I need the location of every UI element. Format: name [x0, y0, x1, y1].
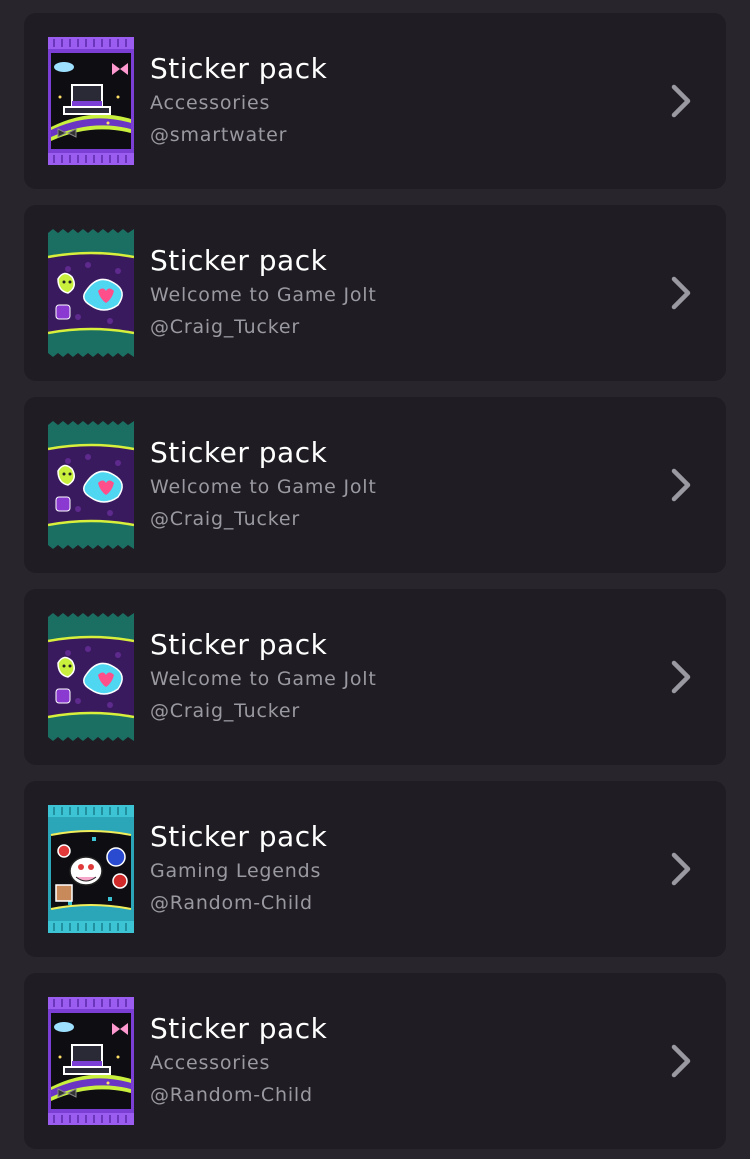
sticker-pack-image — [48, 997, 134, 1125]
sticker-pack-owner: @Craig_Tucker — [150, 508, 300, 530]
chevron-right-icon — [671, 84, 691, 118]
sticker-pack-text: Sticker pack Accessories @Random-Child — [150, 1011, 327, 1111]
sticker-pack-image — [48, 805, 134, 933]
sticker-pack-owner: @Craig_Tucker — [150, 316, 300, 338]
sticker-pack-card[interactable]: Sticker pack Welcome to Game Jolt @Craig… — [24, 397, 726, 573]
sticker-pack-text: Sticker pack Accessories @smartwater — [150, 51, 327, 151]
sticker-pack-text: Sticker pack Welcome to Game Jolt @Craig… — [150, 243, 377, 343]
sticker-pack-owner: @smartwater — [150, 124, 288, 146]
sticker-pack-card[interactable]: Sticker pack Accessories @Random-Child — [24, 973, 726, 1149]
sticker-pack-owner: @Craig_Tucker — [150, 700, 300, 722]
chevron-right-icon — [671, 852, 691, 886]
sticker-pack-text: Sticker pack Welcome to Game Jolt @Craig… — [150, 627, 377, 727]
sticker-pack-image — [48, 421, 134, 549]
sticker-pack-title: Sticker pack — [150, 820, 328, 853]
sticker-pack-text: Sticker pack Welcome to Game Jolt @Craig… — [150, 435, 377, 535]
sticker-pack-text: Sticker pack Gaming Legends @Random-Chil… — [150, 819, 327, 919]
chevron-right-icon — [671, 468, 691, 502]
chevron-right-icon — [671, 276, 691, 310]
sticker-pack-owner: @Random-Child — [150, 1084, 313, 1106]
sticker-pack-image — [48, 229, 134, 357]
sticker-pack-subtitle: Welcome to Game Jolt — [150, 668, 377, 690]
sticker-pack-title: Sticker pack — [150, 436, 328, 469]
sticker-pack-title: Sticker pack — [150, 628, 328, 661]
chevron-right-icon — [671, 660, 691, 694]
sticker-pack-image — [48, 37, 134, 165]
sticker-pack-subtitle: Welcome to Game Jolt — [150, 284, 377, 306]
sticker-pack-card[interactable]: Sticker pack Accessories @smartwater — [24, 13, 726, 189]
sticker-pack-subtitle: Accessories — [150, 92, 271, 114]
sticker-pack-image — [48, 613, 134, 741]
sticker-pack-title: Sticker pack — [150, 52, 328, 85]
sticker-pack-card[interactable]: Sticker pack Gaming Legends @Random-Chil… — [24, 781, 726, 957]
sticker-pack-owner: @Random-Child — [150, 892, 313, 914]
sticker-pack-card[interactable]: Sticker pack Welcome to Game Jolt @Craig… — [24, 589, 726, 765]
chevron-right-icon — [671, 1044, 691, 1078]
sticker-pack-title: Sticker pack — [150, 1012, 328, 1045]
sticker-pack-subtitle: Welcome to Game Jolt — [150, 476, 377, 498]
sticker-pack-list: Sticker pack Accessories @smartwater Sti… — [0, 0, 750, 1159]
sticker-pack-title: Sticker pack — [150, 244, 328, 277]
sticker-pack-card[interactable]: Sticker pack Welcome to Game Jolt @Craig… — [24, 205, 726, 381]
sticker-pack-subtitle: Accessories — [150, 1052, 271, 1074]
sticker-pack-subtitle: Gaming Legends — [150, 860, 322, 882]
